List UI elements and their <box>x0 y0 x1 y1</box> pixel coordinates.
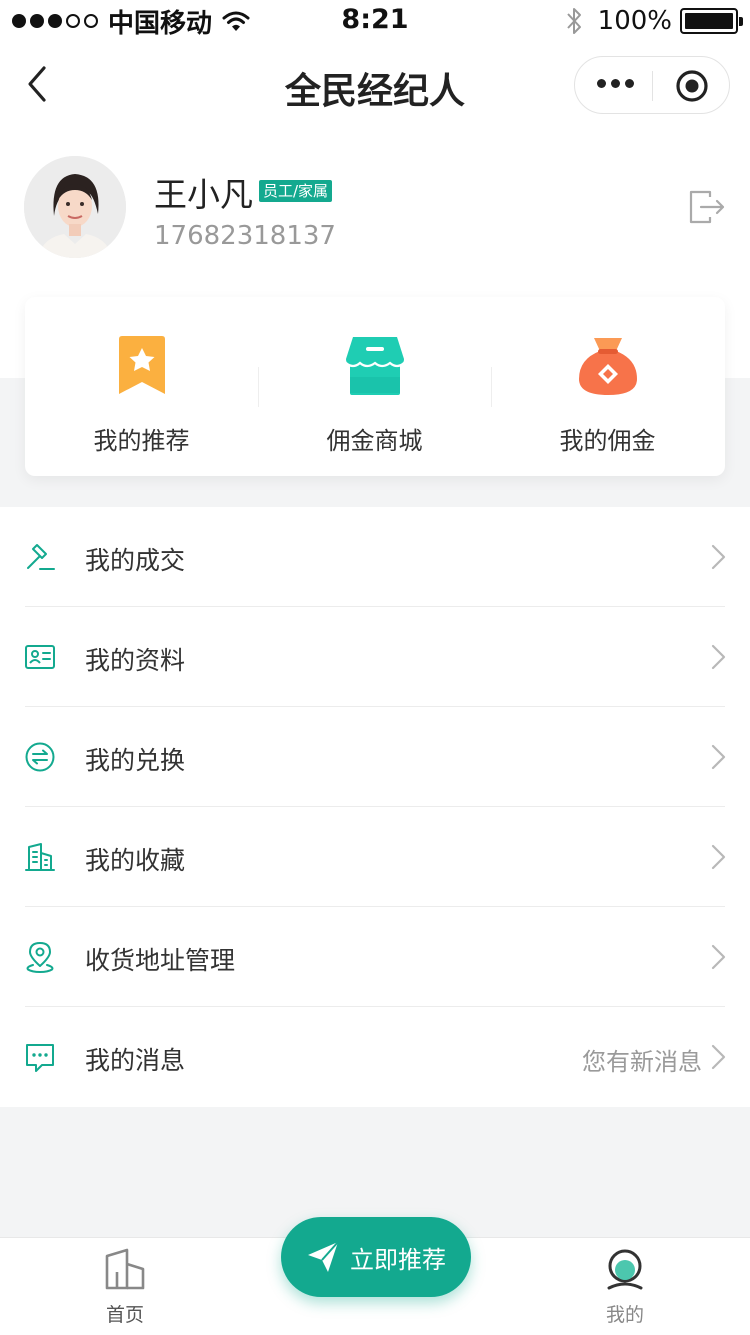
status-right: 100% <box>564 5 743 37</box>
quick-action-label: 我的推荐 <box>93 427 190 455</box>
tab-label: 首页 <box>105 1304 144 1326</box>
bookmark-star-icon <box>118 336 165 394</box>
nav-bar: 全民经纪人 <box>0 42 750 128</box>
tab-home[interactable]: 首页 <box>65 1238 185 1335</box>
gavel-icon <box>27 544 55 570</box>
user-name: 王小凡 <box>154 175 253 214</box>
building-icon <box>25 843 55 871</box>
chevron-right-icon <box>711 544 726 570</box>
quick-action-label: 佣金商城 <box>326 427 423 455</box>
bluetooth-icon <box>566 8 581 34</box>
recommend-now-button[interactable]: 立即推荐 <box>281 1217 471 1297</box>
menu-item-my-messages[interactable]: 我的消息 您有新消息 <box>0 1007 750 1107</box>
chevron-right-icon <box>711 1044 726 1070</box>
status-bar: 中国移动 8:21 100% <box>0 0 750 42</box>
recommend-now-label: 立即推荐 <box>350 1245 446 1274</box>
menu-item-my-profile[interactable]: 我的资料 <box>0 607 750 707</box>
role-badge: 员工/家属 <box>259 180 333 202</box>
page: 中国移动 8:21 100% 全民经纪人 王小凡 员工/家属 176823181… <box>0 0 750 1335</box>
quick-action-mall[interactable]: 佣金商城 <box>258 297 491 476</box>
battery-percentage: 100% <box>597 6 672 36</box>
capsule-divider <box>652 71 653 101</box>
paper-plane-icon <box>308 1241 339 1272</box>
avatar[interactable] <box>24 156 126 258</box>
user-phone: 17682318137 <box>154 221 336 251</box>
more-dots-icon[interactable] <box>597 79 634 88</box>
shop-icon <box>344 337 405 395</box>
target-circle-icon[interactable] <box>675 69 709 103</box>
menu-item-my-exchange[interactable]: 我的兑换 <box>0 707 750 807</box>
chevron-right-icon <box>711 844 726 870</box>
id-card-icon <box>25 645 55 669</box>
menu-label: 我的收藏 <box>85 846 186 875</box>
tab-label: 我的 <box>605 1304 644 1326</box>
menu-label: 我的消息 <box>85 1046 186 1075</box>
quick-action-my-commission[interactable]: 我的佣金 <box>491 297 724 476</box>
menu-item-my-deals[interactable]: 我的成交 <box>0 507 750 607</box>
mini-program-capsule <box>574 56 730 114</box>
home-building-icon <box>105 1248 145 1290</box>
menu-label: 我的资料 <box>85 646 186 675</box>
quick-action-label: 我的佣金 <box>559 427 656 455</box>
tab-me[interactable]: 我的 <box>565 1238 685 1335</box>
user-profile-icon <box>607 1249 643 1290</box>
money-bag-icon <box>578 338 637 395</box>
menu-label: 收货地址管理 <box>85 946 236 975</box>
chevron-right-icon <box>711 644 726 670</box>
new-message-hint: 您有新消息 <box>582 1048 702 1076</box>
quick-action-my-recommend[interactable]: 我的推荐 <box>25 297 258 476</box>
exchange-icon <box>25 742 55 772</box>
menu-label: 我的成交 <box>85 546 186 575</box>
quick-actions-card: 我的推荐 佣金商城 我的佣金 <box>25 297 725 476</box>
chevron-right-icon <box>711 944 726 970</box>
menu-label: 我的兑换 <box>85 746 186 775</box>
battery-icon <box>680 8 743 34</box>
avatar-image <box>24 156 126 258</box>
menu-list: 我的成交 我的资料 我的兑换 我的收藏 收货地址管理 我的消息 您有新消息 <box>0 507 750 1107</box>
menu-item-address[interactable]: 收货地址管理 <box>0 907 750 1007</box>
location-pin-icon <box>26 942 54 973</box>
logout-icon[interactable] <box>688 188 726 226</box>
menu-item-my-favorites[interactable]: 我的收藏 <box>0 807 750 907</box>
message-icon <box>26 1044 54 1072</box>
chevron-right-icon <box>711 744 726 770</box>
